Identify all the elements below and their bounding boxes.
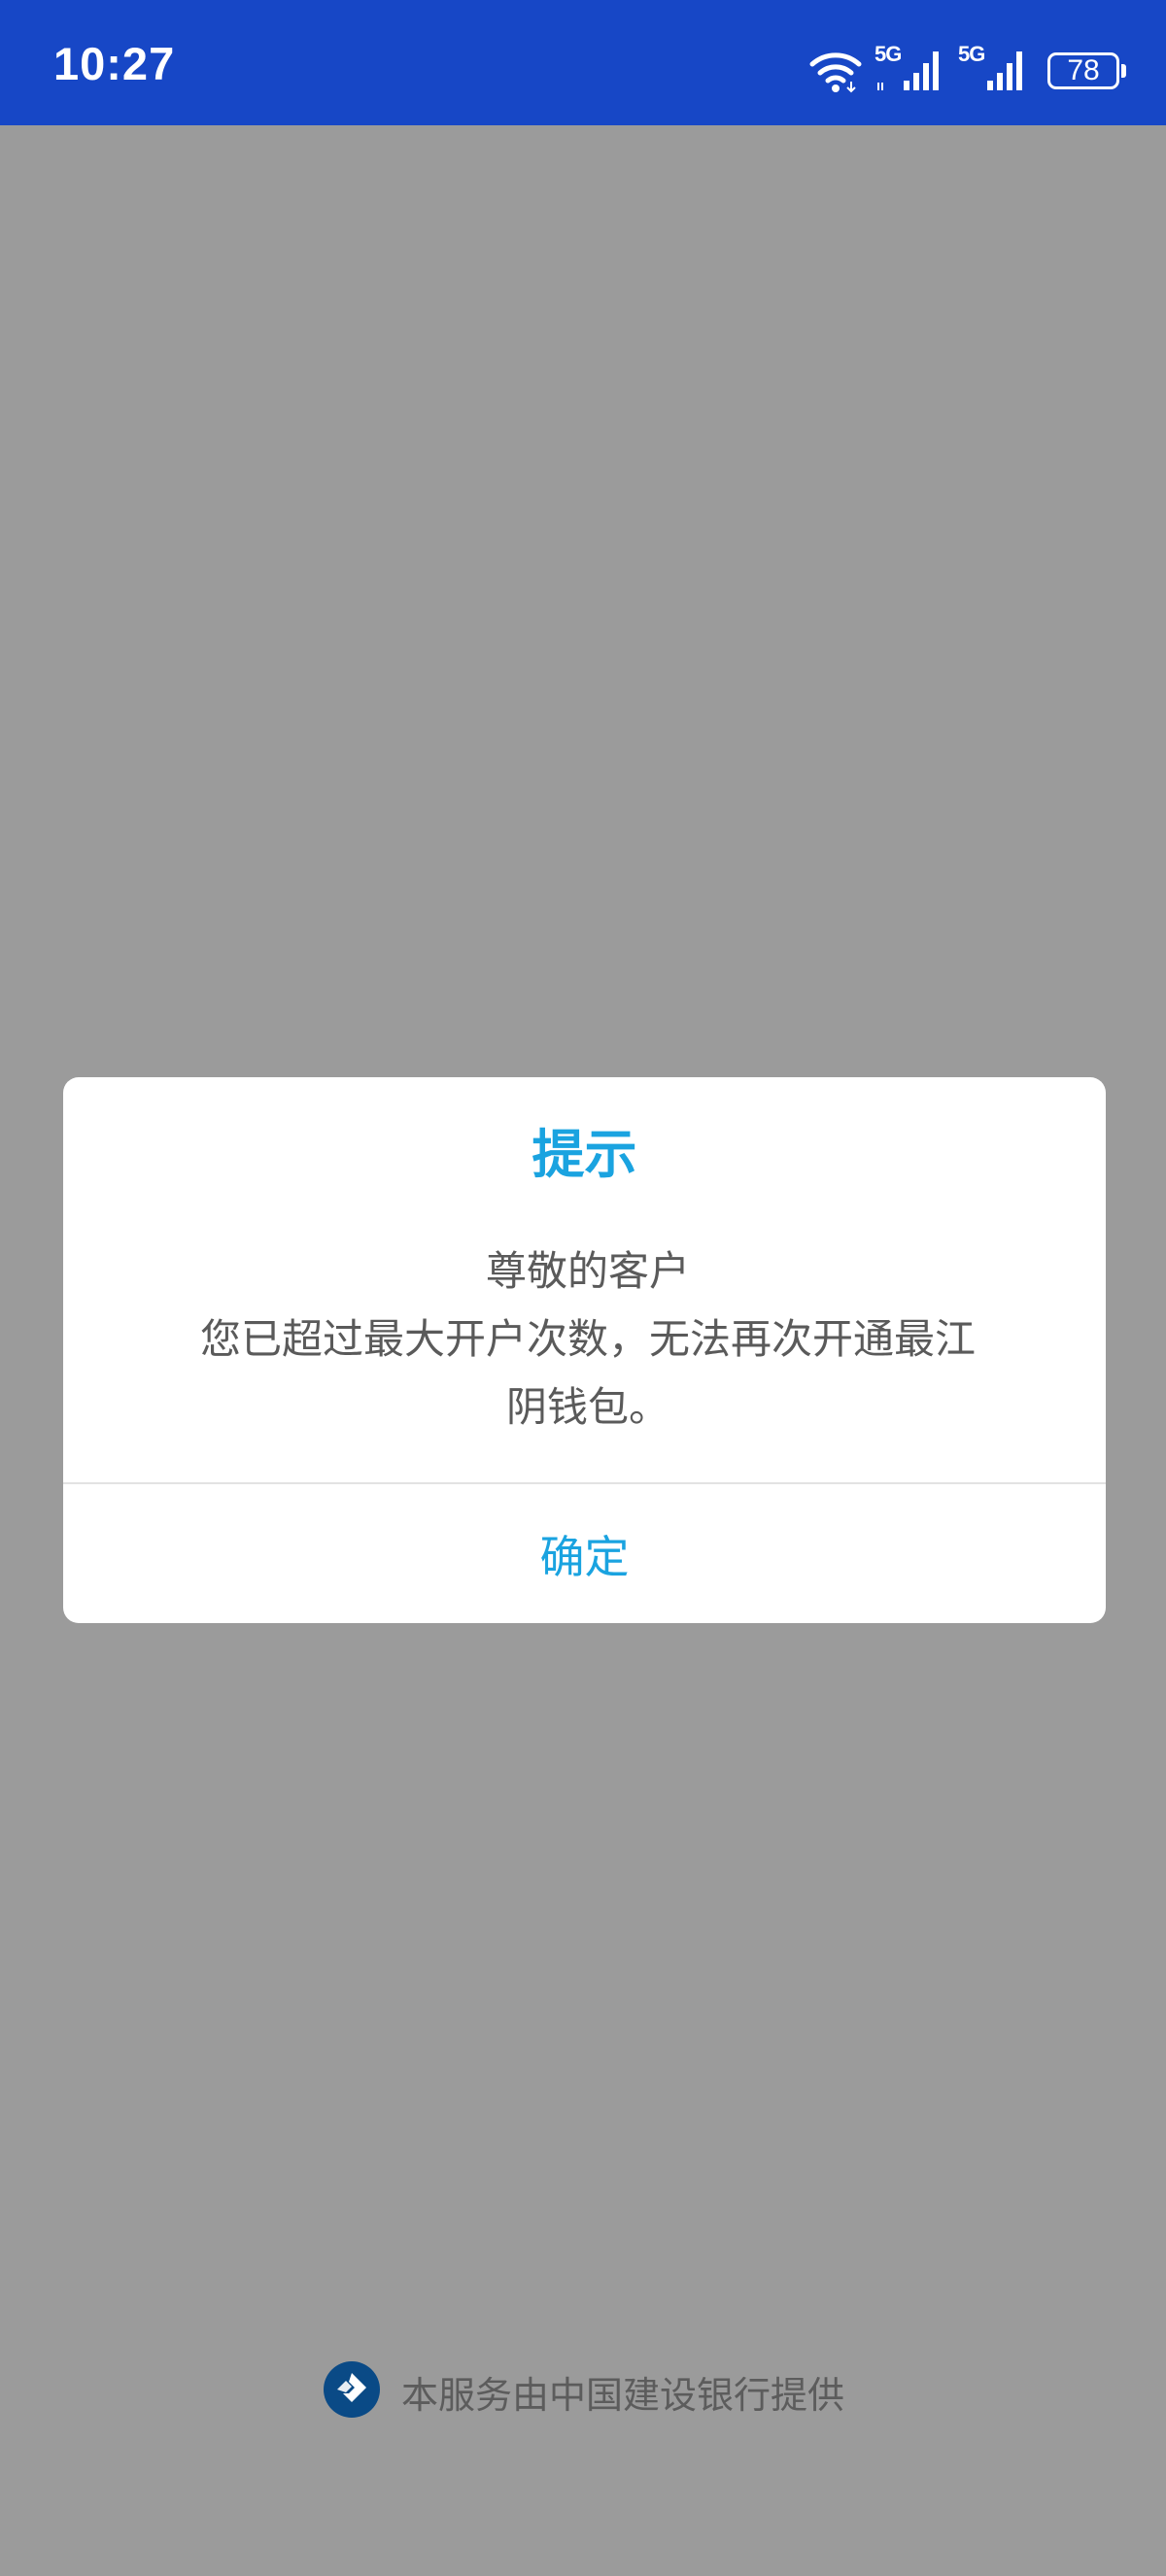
status-bar: 10:27 5G 5G 78 [0,0,1166,125]
dialog-title: 提示 [532,1124,637,1185]
dialog-message-line: 尊敬的客户 [485,1247,690,1295]
dialog-message: 尊敬的客户 您已超过最大开户次数，无法再次开通最江 阴钱包。 [199,1237,977,1441]
alert-dialog: 提示 尊敬的客户 您已超过最大开户次数，无法再次开通最江 阴钱包。 确定 [63,1077,1106,1623]
dialog-message-line: 阴钱包。 [505,1383,669,1431]
battery-icon: 78 [1047,52,1126,89]
confirm-button[interactable]: 确定 [63,1484,1106,1623]
status-icons: 5G 5G 78 [808,42,1126,95]
battery-level: 78 [1067,54,1100,86]
footer-text: 本服务由中国建设银行提供 [400,2373,844,2417]
dialog-message-line: 您已超过最大开户次数，无法再次开通最江 [199,1315,976,1363]
status-time: 10:27 [53,38,176,89]
ccb-logo-icon [322,2359,382,2423]
wifi-icon [808,49,863,93]
signal-icon: 5G [874,42,946,94]
footer: 本服务由中国建设银行提供 [0,2357,1166,2425]
signal-icon-2: 5G [958,42,1030,94]
